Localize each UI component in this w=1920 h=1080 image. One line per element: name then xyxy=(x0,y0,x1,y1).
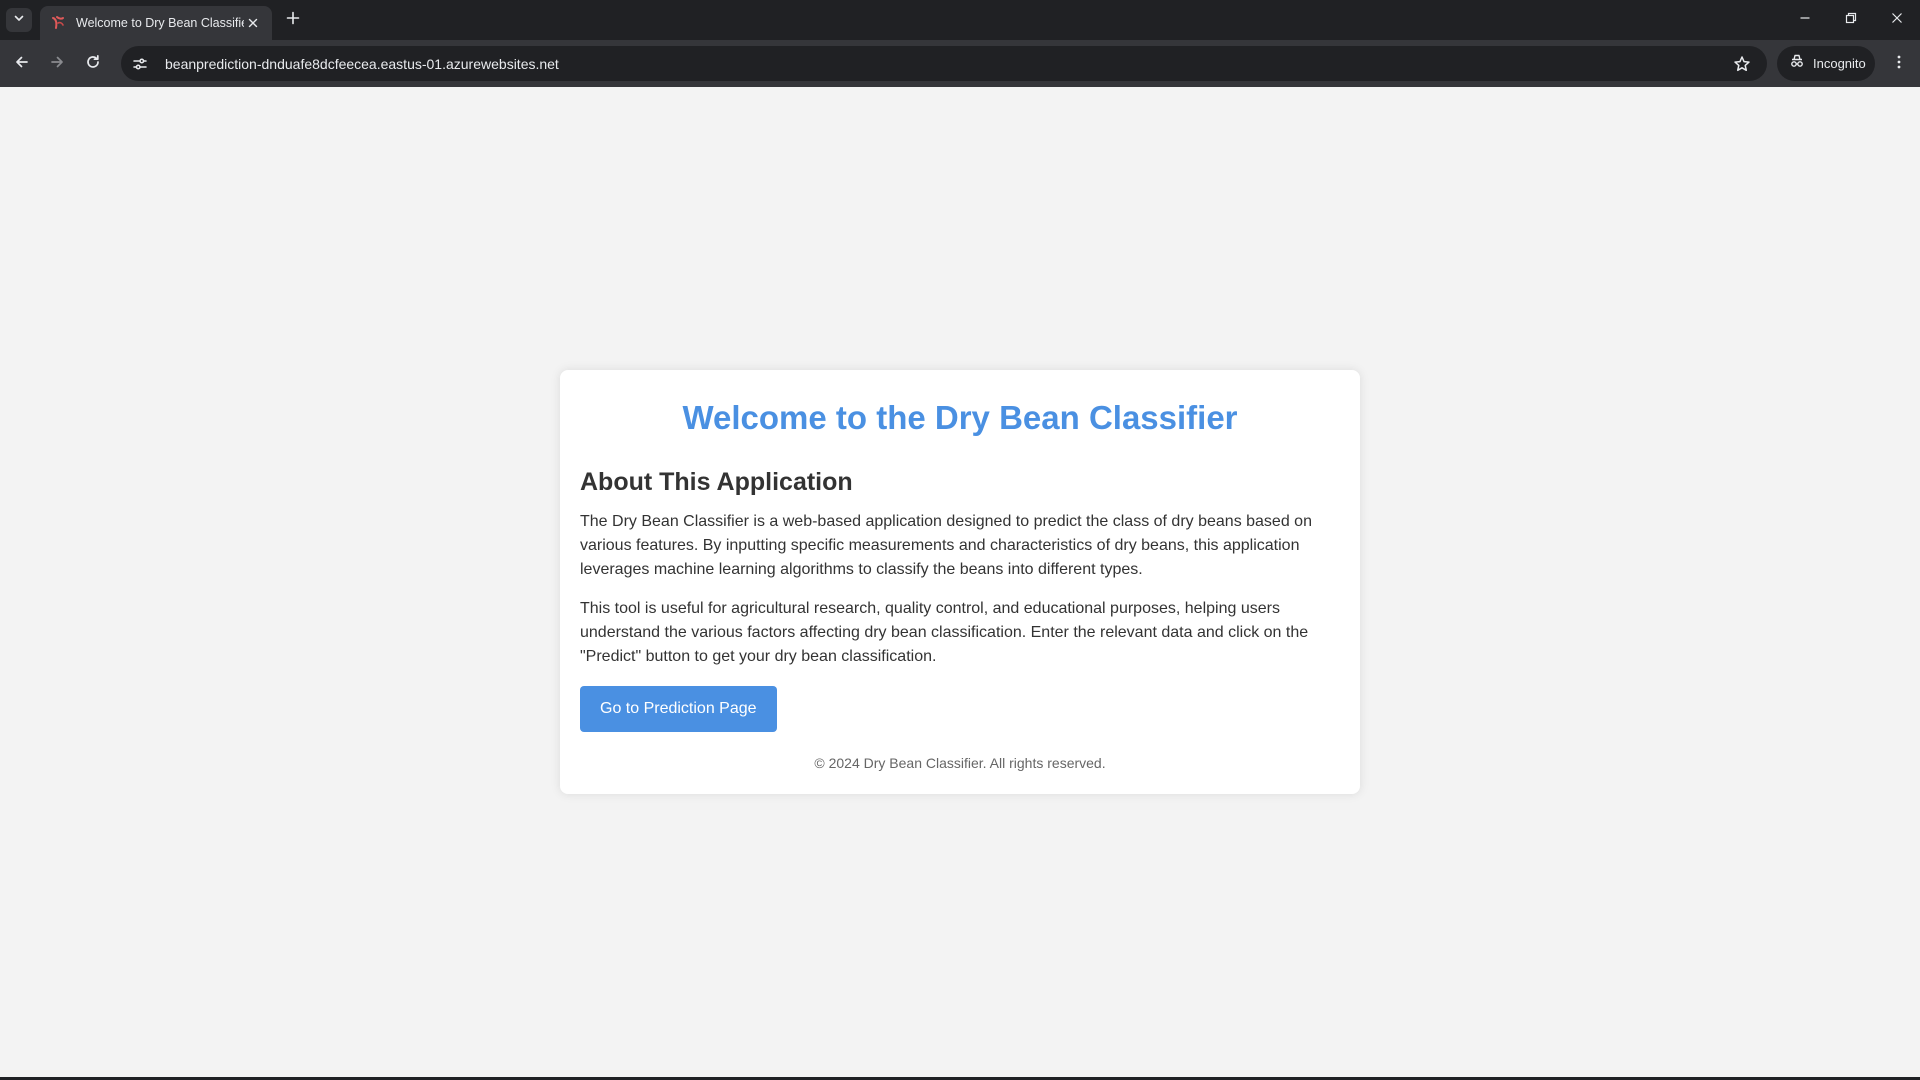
browser-menu-button[interactable] xyxy=(1884,49,1914,79)
incognito-icon xyxy=(1789,53,1805,74)
arrow-right-icon xyxy=(49,54,65,75)
close-window-button[interactable] xyxy=(1874,0,1920,40)
bookmark-star-icon[interactable] xyxy=(1729,51,1755,77)
back-button[interactable] xyxy=(7,49,37,79)
restore-icon xyxy=(1845,11,1857,29)
go-to-prediction-button[interactable]: Go to Prediction Page xyxy=(580,686,777,732)
incognito-label: Incognito xyxy=(1813,56,1866,71)
chevron-down-icon xyxy=(13,11,25,29)
tab-strip: Welcome to Dry Bean Classifier xyxy=(0,0,1920,40)
forward-button[interactable] xyxy=(42,49,72,79)
minimize-icon xyxy=(1799,11,1811,29)
browser-tab[interactable]: Welcome to Dry Bean Classifier xyxy=(40,6,272,40)
close-icon xyxy=(1891,11,1903,29)
restore-window-button[interactable] xyxy=(1828,0,1874,40)
minimize-window-button[interactable] xyxy=(1782,0,1828,40)
more-vertical-icon xyxy=(1891,54,1907,75)
tab-search-button[interactable] xyxy=(6,8,32,32)
incognito-profile-button[interactable]: Incognito xyxy=(1777,46,1875,81)
close-tab-icon[interactable] xyxy=(244,14,262,32)
arrow-left-icon xyxy=(14,54,30,75)
site-info-icon[interactable] xyxy=(125,49,155,79)
tab-title: Welcome to Dry Bean Classifier xyxy=(76,16,244,30)
reload-button[interactable] xyxy=(78,49,108,79)
about-paragraph-2: This tool is useful for agricultural res… xyxy=(580,600,1309,665)
footer-copyright: © 2024 Dry Bean Classifier. All rights r… xyxy=(814,755,1106,771)
about-heading: About This Application xyxy=(580,468,853,496)
address-bar[interactable]: beanprediction-dnduafe8dcfeecea.eastus-0… xyxy=(121,46,1767,81)
new-tab-button[interactable] xyxy=(282,9,304,31)
browser-toolbar: beanprediction-dnduafe8dcfeecea.eastus-0… xyxy=(0,40,1920,87)
url-text: beanprediction-dnduafe8dcfeecea.eastus-0… xyxy=(165,55,559,72)
about-paragraph-1: The Dry Bean Classifier is a web-based a… xyxy=(580,513,1312,578)
page-title: Welcome to the Dry Bean Classifier xyxy=(682,399,1238,436)
plus-icon xyxy=(286,11,300,30)
reload-icon xyxy=(85,54,101,75)
bean-favicon-icon xyxy=(50,15,66,31)
welcome-card: Welcome to the Dry Bean Classifier About… xyxy=(560,370,1360,794)
page-viewport: Welcome to the Dry Bean Classifier About… xyxy=(0,87,1920,1077)
